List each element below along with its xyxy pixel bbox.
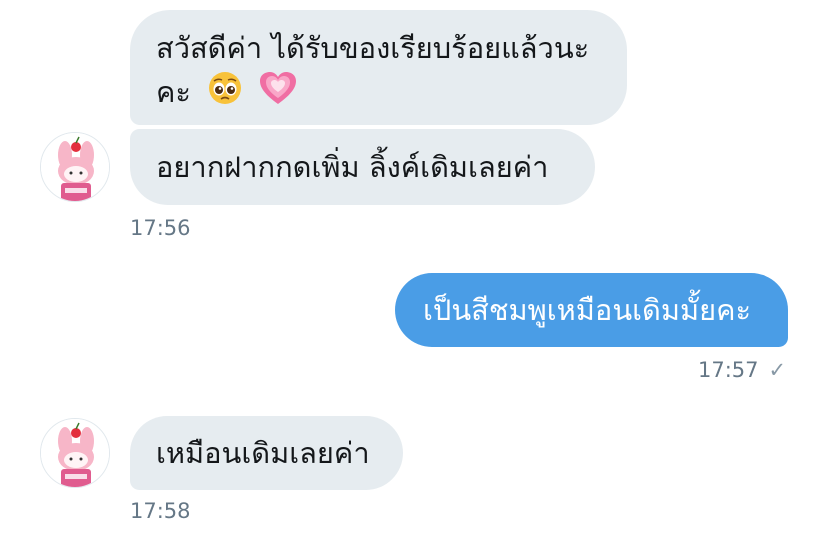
my-melody-avatar-icon: [41, 133, 109, 201]
pleading-face-icon: [208, 71, 242, 117]
sender-avatar[interactable]: [40, 132, 110, 202]
message-timestamp: 17:56: [130, 216, 191, 240]
message-timestamp: 17:57 ✓: [698, 357, 786, 383]
message-text-line2: คะ: [156, 75, 191, 109]
outgoing-message[interactable]: เป็นสีชมพูเหมือนเดิมมั้ยคะ: [395, 273, 788, 347]
incoming-message-3[interactable]: เหมือนเดิมเลยค่า: [130, 416, 403, 490]
timestamp-text: 17:57: [698, 358, 759, 382]
check-icon: ✓: [768, 358, 787, 382]
message-timestamp: 17:58: [130, 499, 191, 523]
message-text: เหมือนเดิมเลยค่า: [156, 436, 370, 470]
incoming-message-1[interactable]: สวัสดีค่า ได้รับของเรียบร้อยแล้วนะ คะ: [130, 10, 627, 125]
my-melody-avatar-icon: [41, 419, 109, 487]
sender-avatar[interactable]: [40, 418, 110, 488]
message-text-line1: สวัสดีค่า ได้รับของเรียบร้อยแล้วนะ: [156, 31, 590, 65]
incoming-message-2[interactable]: อยากฝากกดเพิ่ม ลิ้งค์เดิมเลยค่า: [130, 129, 595, 205]
message-text: เป็นสีชมพูเหมือนเดิมมั้ยคะ: [423, 293, 752, 327]
growing-heart-icon: [259, 71, 297, 117]
message-text: อยากฝากกดเพิ่ม ลิ้งค์เดิมเลยค่า: [156, 150, 549, 184]
